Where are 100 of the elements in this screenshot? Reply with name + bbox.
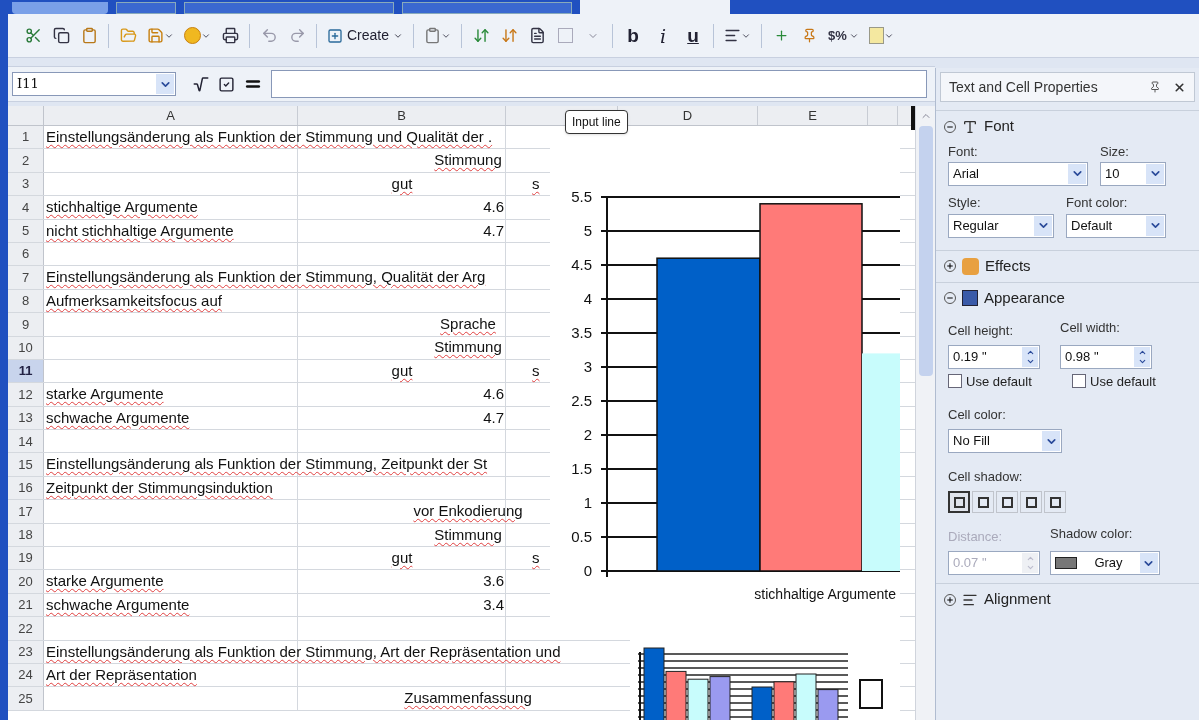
field-label: Font:	[948, 143, 979, 161]
field-label: Distance:	[948, 529, 1003, 544]
cell-color-dropdown[interactable]: No Fill	[948, 429, 1062, 453]
cell-height-field[interactable]: 0.19 "	[948, 344, 1040, 369]
function-icon	[192, 75, 210, 93]
field-label: Cell height:	[948, 322, 1014, 338]
tick-label: 5.5	[571, 188, 592, 205]
row-header[interactable]: 4	[8, 196, 44, 219]
use-default-checkbox[interactable]: Use default	[1072, 371, 1176, 391]
cell-text: starke Argumente	[46, 384, 164, 405]
row-header[interactable]: 12	[8, 383, 44, 406]
row-header[interactable]: 18	[8, 523, 44, 547]
column-header[interactable]: D	[682, 106, 693, 126]
use-default-checkbox[interactable]: Use default	[948, 371, 1052, 391]
scroll-thumb[interactable]	[918, 126, 933, 376]
row-header[interactable]: 25	[8, 687, 44, 710]
cell-text: Art der Repräsentation	[46, 664, 197, 685]
row-header[interactable]: 16	[8, 476, 44, 500]
pin-icon	[1149, 81, 1161, 93]
tab[interactable]	[116, 2, 176, 14]
section-toggle[interactable]	[944, 260, 956, 272]
vertical-scrollbar[interactable]	[915, 106, 935, 720]
row-header[interactable]: 19	[8, 547, 44, 570]
row-header[interactable]: 5	[8, 219, 44, 242]
cell-text: s	[532, 548, 540, 568]
row-header[interactable]: 15	[8, 453, 44, 476]
plus-icon	[946, 595, 954, 604]
number-format-button[interactable]: $%	[824, 21, 863, 50]
row-header[interactable]: 11	[8, 359, 44, 383]
cell-text: stichhaltige Argumente	[46, 197, 198, 218]
cell-width-field[interactable]: 0.98 "	[1060, 344, 1152, 369]
row-header[interactable]: 7	[8, 266, 44, 289]
row-header[interactable]: 9	[8, 313, 44, 336]
style-dropdown[interactable]: Regular	[948, 213, 1054, 238]
section-title[interactable]: Alignment	[984, 588, 1051, 611]
font-color-dropdown[interactable]: Default	[1066, 213, 1166, 238]
effects-icon	[962, 257, 979, 275]
row-header[interactable]: 21	[8, 593, 44, 617]
field-label: Cell shadow:	[948, 469, 1023, 484]
cell-text: gut	[391, 360, 413, 381]
font-dropdown[interactable]: Arial	[948, 161, 1088, 186]
column-header[interactable]: B	[397, 106, 406, 126]
cell-text: Einstellungsänderung als Funktion der Stimmung, Art der Repräsentation und	[46, 641, 561, 662]
tab[interactable]	[184, 2, 394, 14]
row-header[interactable]: 20	[8, 570, 44, 593]
row-header[interactable]: 13	[8, 406, 44, 430]
tick-label: 1.5	[571, 460, 592, 477]
cell-text: gut	[391, 548, 413, 568]
cell-text: gut	[391, 173, 413, 194]
close-icon	[1173, 80, 1186, 94]
column-header[interactable]: A	[166, 106, 175, 126]
section-title[interactable]: Effects	[985, 254, 1031, 278]
cell-text: Stimmung	[434, 337, 502, 358]
format-button[interactable]: b	[619, 21, 648, 50]
tick-label: 1	[583, 494, 592, 511]
tab[interactable]	[402, 2, 572, 14]
section-title[interactable]: Appearance	[984, 286, 1065, 310]
cell-text: Stimmung	[434, 150, 502, 171]
row-header[interactable]: 10	[8, 336, 44, 359]
cell-text: 3.4	[483, 594, 504, 615]
cell-text: 4.6	[483, 384, 504, 405]
format-button[interactable]: i	[649, 21, 678, 50]
row-header[interactable]: 23	[8, 640, 44, 663]
field-label: Cell width:	[1060, 318, 1120, 337]
input-field[interactable]	[271, 70, 927, 98]
field-label: Style:	[948, 194, 981, 210]
spinner-icon	[1022, 346, 1038, 367]
column-header[interactable]: E	[808, 106, 817, 126]
create-button[interactable]: Create	[323, 21, 408, 50]
row-header[interactable]: 22	[8, 617, 44, 640]
check-icon	[218, 75, 235, 93]
row-header[interactable]: 6	[8, 242, 44, 266]
row-header[interactable]: 17	[8, 500, 44, 523]
field-label: Cell color:	[948, 407, 1006, 422]
category-label: stichhaltige Argumente	[754, 586, 896, 602]
cell-text: 4.7	[483, 407, 504, 428]
tick-label: 4	[583, 290, 592, 307]
font-icon	[962, 118, 978, 135]
row-header[interactable]: 8	[8, 289, 44, 313]
row-header[interactable]: 14	[8, 430, 44, 453]
field-label: Font color:	[1066, 194, 1128, 210]
row-header[interactable]: 2	[8, 149, 44, 172]
row-header[interactable]: 3	[8, 172, 44, 196]
row-header[interactable]: 24	[8, 664, 44, 687]
shadow-color-dropdown[interactable]: Gray	[1050, 551, 1160, 575]
tick-label: 0.5	[571, 528, 592, 545]
section-title[interactable]: Font	[984, 115, 1014, 138]
cell-text: nicht stichhaltige Argumente	[46, 220, 234, 241]
size-dropdown[interactable]: 10	[1100, 161, 1166, 186]
tick-label: 3	[583, 358, 592, 375]
cell-text: Sprache	[440, 314, 496, 335]
format-button[interactable]: u	[679, 21, 708, 50]
tick-label: 3.5	[571, 324, 592, 341]
cell-text: Einstellungsänderung als Funktion der Stimmung, Zeitpunkt der St	[46, 454, 488, 475]
shadow-button[interactable]	[948, 491, 970, 513]
cell-reference-dropdown[interactable]: I11	[12, 72, 176, 96]
tooltip: Input line	[565, 110, 628, 134]
tick-label: 0	[583, 562, 592, 579]
row-header[interactable]: 1	[8, 126, 44, 149]
add-icon	[327, 27, 343, 44]
